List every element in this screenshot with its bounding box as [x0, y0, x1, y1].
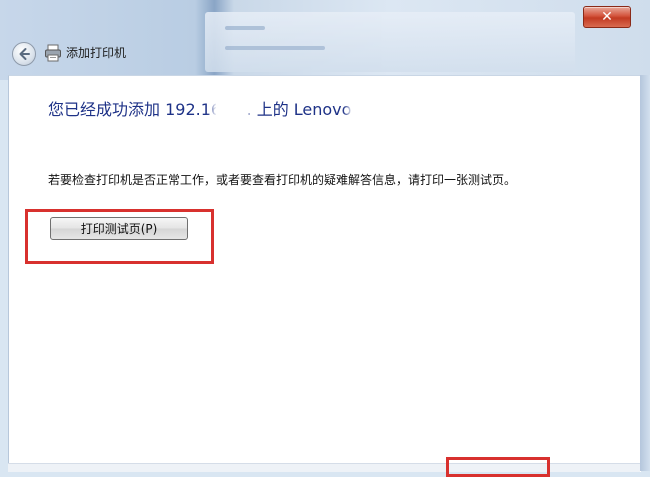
redaction-mask: [352, 95, 394, 119]
highlight-box-finish: [446, 457, 550, 477]
blurred-background-window: [205, 12, 575, 72]
printer-icon: [45, 44, 61, 62]
success-heading: 您已经成功添加 192.168.1. 上的 Lenovo 00: [48, 100, 377, 119]
highlight-box-test-page: [25, 209, 214, 264]
back-arrow-icon: [19, 48, 30, 60]
blurred-text-line: [225, 46, 325, 50]
back-button[interactable]: [12, 42, 36, 66]
close-icon: ✕: [601, 9, 613, 25]
close-button[interactable]: ✕: [583, 6, 631, 28]
window-frame-right: [640, 75, 650, 471]
blurred-text-line: [225, 26, 265, 30]
dialog-content: [8, 75, 641, 472]
dialog-title: 添加打印机: [66, 46, 127, 60]
redaction-mask: [216, 95, 246, 119]
instruction-text: 若要检查打印机是否正常工作，或者要查看打印机的疑难解答信息，请打印一张测试页。: [48, 173, 517, 187]
